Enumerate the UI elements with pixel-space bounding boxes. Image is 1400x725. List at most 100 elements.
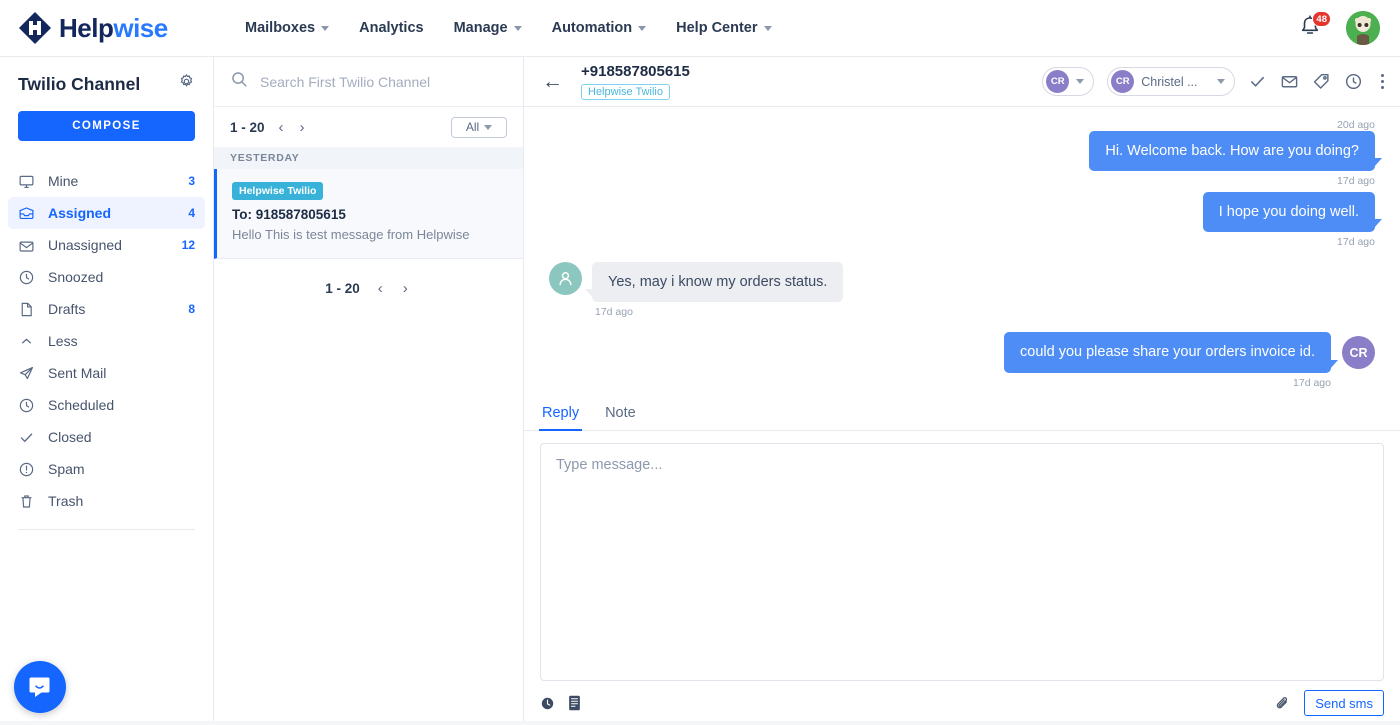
conversation-preview: Hello This is test message from Helpwise [232,227,507,242]
nav-item-help-center[interactable]: Help Center [676,20,771,36]
filter-dropdown[interactable]: All [451,117,507,138]
nav-item-mailboxes[interactable]: Mailboxes [245,20,329,36]
sidebar-item-closed[interactable]: Closed [8,421,205,453]
message-text: Yes, may i know my orders status. [592,262,843,302]
saved-replies-button[interactable] [568,695,581,711]
sidebar-item-label: Drafts [48,301,85,317]
list-range-label: 1 - 20 [230,120,265,135]
sidebar-item-snoozed[interactable]: Snoozed [8,261,205,293]
composer-toolbar: Send sms [540,681,1384,725]
inbox-icon [18,205,40,222]
user-avatar[interactable] [1346,11,1380,45]
sidebar-item-scheduled[interactable]: Scheduled [8,389,205,421]
day-separator: YESTERDAY [214,147,523,169]
next-page-button[interactable]: › [296,119,309,136]
bottom-strip [0,721,1400,725]
assignee-label: Christel ... [1141,75,1197,89]
tag-button[interactable] [1312,72,1331,91]
sidebar-item-trash[interactable]: Trash [8,485,205,517]
top-navigation-bar: Helpwise Mailboxes Analytics Manage Auto… [0,0,1400,57]
sidebar-item-label: Assigned [48,205,111,221]
search-input[interactable] [260,74,507,90]
sidebar-item-label: Mine [48,173,78,189]
nav-item-manage[interactable]: Manage [454,20,522,36]
envelope-open-icon [18,237,40,254]
sidebar-title: Twilio Channel [18,74,140,95]
sidebar-item-sent-mail[interactable]: Sent Mail [8,357,205,389]
tab-note[interactable]: Note [605,405,636,430]
sidebar-item-label: Scheduled [48,397,114,413]
message-text: could you please share your orders invoi… [1004,332,1331,372]
message-text: Hi. Welcome back. How are you doing? [1089,131,1375,171]
sidebar-item-label: Sent Mail [48,365,106,381]
message-timestamp: 17d ago [1004,377,1331,389]
schedule-send-button[interactable] [540,696,555,711]
compose-button[interactable]: COMPOSE [18,111,195,141]
message-list: 20d ago Hi. Welcome back. How are you do… [524,107,1400,397]
conversation-list-pane: 1 - 20 ‹ › All YESTERDAY Helpwise Twilio… [214,57,524,725]
snooze-button[interactable] [1344,72,1363,91]
mark-unread-button[interactable] [1280,72,1299,91]
composer-right-actions: Send sms [1274,690,1384,716]
main-nav: Mailboxes Analytics Manage Automation He… [245,20,772,36]
thread-phone-number: +918587805615 [581,63,690,80]
nav-item-analytics[interactable]: Analytics [359,20,423,36]
chevron-down-icon [638,26,646,31]
gear-icon[interactable] [178,73,195,95]
check-icon [18,429,40,446]
message-timestamp: 20d ago [1337,119,1375,131]
message-bubble-wrap: 20d ago [1337,115,1375,131]
message-row: could you please share your orders invoi… [549,332,1375,388]
helpwise-logo-icon [18,11,52,45]
tab-reply[interactable]: Reply [542,405,579,430]
message-bubble-wrap: I hope you doing well. 17d ago [1203,192,1375,248]
arrow-left-icon[interactable]: ← [542,70,563,94]
paperclip-icon[interactable] [1274,695,1291,712]
sidebar-item-label: Closed [48,429,92,445]
body-row: Twilio Channel COMPOSE Mine 3 Ass [0,57,1400,725]
sidebar-item-less[interactable]: Less [8,325,205,357]
kebab-menu-icon[interactable] [1376,74,1385,90]
send-sms-button[interactable]: Send sms [1304,690,1384,716]
message-bubble-wrap: could you please share your orders invoi… [1004,332,1331,388]
avatar-initials: CR [1046,70,1069,93]
sidebar-item-mine[interactable]: Mine 3 [8,165,205,197]
search-bar [214,57,523,107]
brand-logo-area[interactable]: Helpwise [0,11,215,45]
clock-icon [18,269,40,286]
nav-label: Manage [454,20,508,36]
chevron-down-icon [1217,79,1225,84]
top-right-actions: 48 [1298,11,1400,45]
nav-item-automation[interactable]: Automation [552,20,647,36]
message-row: I hope you doing well. 17d ago [549,192,1375,248]
thread-actions: CR CR Christel ... [1042,67,1384,96]
nav-label: Help Center [676,20,757,36]
chat-widget-button[interactable] [14,661,66,713]
message-input[interactable]: Type message... [540,443,1384,681]
agent-avatar: CR [1342,336,1375,369]
sidebar: Twilio Channel COMPOSE Mine 3 Ass [0,57,214,725]
notifications-button[interactable]: 48 [1298,14,1324,42]
composer-tabs: Reply Note [524,397,1400,431]
clock-icon [18,397,40,414]
message-text: I hope you doing well. [1203,192,1375,232]
message-row: Hi. Welcome back. How are you doing? 17d… [549,131,1375,187]
sidebar-item-drafts[interactable]: Drafts 8 [8,293,205,325]
brand-name-first: Help [59,13,113,43]
footer-next-page-button[interactable]: › [399,280,412,297]
nav-label: Automation [552,20,633,36]
sidebar-item-assigned[interactable]: Assigned 4 [8,197,205,229]
chevron-down-icon [764,26,772,31]
thread-title-block: +918587805615 Helpwise Twilio [581,63,690,99]
close-thread-button[interactable] [1248,72,1267,91]
mailbox-selector[interactable]: CR [1042,67,1094,96]
paper-plane-icon [18,365,40,382]
footer-prev-page-button[interactable]: ‹ [374,280,387,297]
assignee-selector[interactable]: CR Christel ... [1107,67,1234,96]
conversation-list-item[interactable]: Helpwise Twilio To: 918587805615 Hello T… [214,169,523,259]
sidebar-item-label: Trash [48,493,83,509]
sidebar-item-unassigned[interactable]: Unassigned 12 [8,229,205,261]
prev-page-button[interactable]: ‹ [275,119,288,136]
sidebar-header: Twilio Channel [0,73,213,95]
sidebar-item-spam[interactable]: Spam [8,453,205,485]
